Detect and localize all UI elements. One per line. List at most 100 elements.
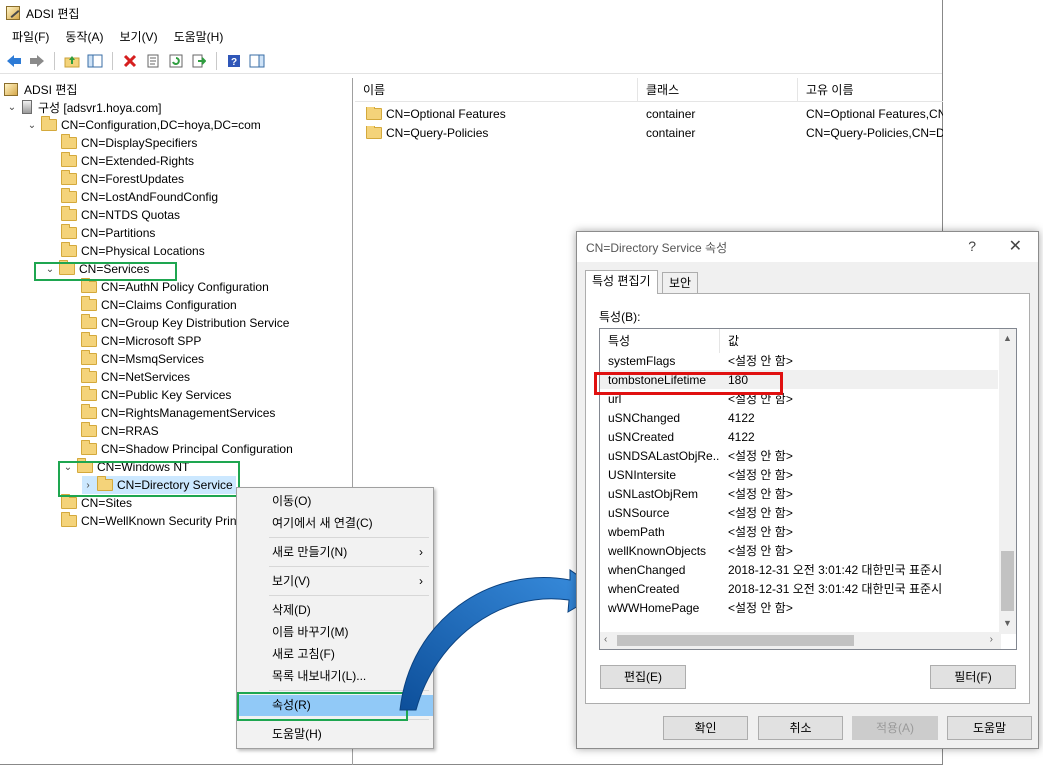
menu-help[interactable]: 도움말(H) — [166, 26, 232, 48]
toolbar: ? — [0, 48, 942, 74]
tab-security[interactable]: 보안 — [662, 272, 699, 294]
show-hide-tree-icon[interactable] — [85, 51, 105, 71]
highlight-box-directory-service — [58, 461, 240, 497]
grid-row[interactable]: uSNLastObjRem <설정 안 함> — [600, 484, 998, 503]
expand-chevron-icon[interactable]: ⌄ — [6, 102, 18, 113]
tree-node[interactable]: CN=Microsoft SPP — [78, 332, 201, 350]
tab-attribute-editor[interactable]: 특성 편집기 — [585, 270, 658, 294]
grid-row[interactable]: systemFlags <설정 안 함> — [600, 351, 998, 370]
scroll-thumb-horizontal[interactable] — [617, 635, 854, 646]
cancel-button[interactable]: 취소 — [758, 716, 843, 740]
menu-action[interactable]: 동작(A) — [57, 26, 111, 48]
window-title: ADSI 편집 — [26, 6, 80, 21]
tree-node[interactable]: CN=Extended-Rights — [58, 152, 194, 170]
folder-icon — [41, 116, 57, 131]
up-folder-icon[interactable] — [62, 51, 82, 71]
grid-row[interactable]: uSNSource <설정 안 함> — [600, 503, 998, 522]
tree-node[interactable]: CN=RRAS — [78, 422, 159, 440]
scroll-up-icon[interactable]: ▲ — [1003, 333, 1012, 343]
tree-node[interactable]: CN=MsmqServices — [78, 350, 204, 368]
tree-root[interactable]: ADSI 편집 — [4, 80, 77, 98]
grid-row[interactable]: whenChanged 2018-12-31 오전 3:01:42 대한민국 표준… — [600, 560, 998, 579]
grid-row[interactable]: uSNChanged 4122 — [600, 408, 998, 427]
tree-node-label: CN=Group Key Distribution Service — [101, 316, 290, 330]
edit-button[interactable]: 편집(E) — [600, 665, 686, 689]
dialog-help-button[interactable]: 도움말 — [947, 716, 1032, 740]
tree-node[interactable]: CN=NetServices — [78, 368, 190, 386]
column-header-dn[interactable]: 고유 이름 — [798, 78, 943, 102]
grid-cell-name: wbemPath — [608, 524, 665, 539]
export-list-icon[interactable] — [189, 51, 209, 71]
menu-bar: 파일(F) 동작(A) 보기(V) 도움말(H) — [0, 26, 942, 48]
menu-file[interactable]: 파일(F) — [4, 26, 57, 48]
filter-button[interactable]: 필터(F) — [930, 665, 1016, 689]
grid-row[interactable]: wbemPath <설정 안 함> — [600, 522, 998, 541]
svg-text:?: ? — [231, 57, 237, 68]
tree-node[interactable]: CN=LostAndFoundConfig — [58, 188, 218, 206]
ok-button[interactable]: 확인 — [663, 716, 748, 740]
grid-cell-value: <설정 안 함> — [728, 354, 793, 368]
grid-row[interactable]: wellKnownObjects <설정 안 함> — [600, 541, 998, 560]
tree-node[interactable]: CN=Shadow Principal Configuration — [78, 440, 293, 458]
delete-icon[interactable] — [120, 51, 140, 71]
list-row[interactable]: CN=Query-Policies container CN=Query-Pol… — [355, 123, 943, 142]
tree-node[interactable]: CN=Partitions — [58, 224, 155, 242]
title-bar: ADSI 편집 — [0, 0, 942, 26]
forward-arrow-icon[interactable] — [27, 51, 47, 71]
tree-node[interactable]: CN=RightsManagementServices — [78, 404, 275, 422]
tree-node-label: CN=Public Key Services — [101, 388, 232, 402]
tree-config[interactable]: ⌄ CN=Configuration,DC=hoya,DC=com — [26, 116, 261, 134]
scroll-thumb[interactable] — [1001, 551, 1014, 611]
tree-config-label: CN=Configuration,DC=hoya,DC=com — [61, 118, 261, 132]
tree-node-label: CN=MsmqServices — [101, 352, 205, 366]
tree-server[interactable]: ⌄ 구성 [adsvr1.hoya.com] — [6, 98, 161, 116]
grid-cell-name: systemFlags — [608, 353, 676, 368]
tree-server-label: 구성 [adsvr1.hoya.com] — [38, 100, 162, 115]
tree-node-label: CN=Partitions — [81, 226, 156, 240]
grid-header-value[interactable]: 값 — [720, 329, 1001, 353]
tree-node[interactable]: CN=ForestUpdates — [58, 170, 184, 188]
grid-row[interactable]: wWWHomePage <설정 안 함> — [600, 598, 998, 617]
properties-icon[interactable] — [143, 51, 163, 71]
dialog-title: CN=Directory Service 속성 — [586, 240, 728, 255]
menu-item-move[interactable]: 이동(O) — [237, 491, 433, 512]
help-icon[interactable]: ? — [224, 51, 244, 71]
grid-row[interactable]: whenCreated 2018-12-31 오전 3:01:42 대한민국 표준… — [600, 579, 998, 598]
tree-node-label: CN=Shadow Principal Configuration — [101, 442, 293, 456]
scroll-right-icon[interactable]: › — [990, 634, 993, 645]
apply-button[interactable]: 적용(A) — [852, 716, 938, 740]
scroll-left-icon[interactable]: ‹ — [604, 634, 607, 645]
menu-item-connect-here[interactable]: 여기에서 새 연결(C) — [237, 513, 433, 534]
refresh-icon[interactable] — [166, 51, 186, 71]
expand-chevron-icon[interactable]: ⌄ — [26, 120, 38, 131]
close-icon[interactable]: ✕ — [1009, 236, 1022, 256]
scroll-down-icon[interactable]: ▼ — [1003, 618, 1012, 628]
menu-separator — [269, 537, 429, 538]
folder-icon — [81, 278, 97, 293]
folder-icon — [61, 134, 77, 149]
grid-row[interactable]: USNIntersite <설정 안 함> — [600, 465, 998, 484]
menu-item-help[interactable]: 도움말(H) — [237, 724, 433, 745]
grid-cell-value: <설정 안 함> — [728, 601, 793, 615]
vertical-scrollbar[interactable]: ▲ ▼ — [999, 329, 1016, 634]
back-arrow-icon[interactable] — [4, 51, 24, 71]
list-row[interactable]: CN=Optional Features container CN=Option… — [355, 104, 943, 123]
tree-node[interactable]: CN=Group Key Distribution Service — [78, 314, 289, 332]
tree-node[interactable]: CN=Public Key Services — [78, 386, 231, 404]
tree-node[interactable]: CN=Physical Locations — [58, 242, 205, 260]
column-header-class[interactable]: 클래스 — [638, 78, 798, 102]
folder-icon — [366, 125, 382, 139]
horizontal-scrollbar[interactable]: ‹ › — [600, 632, 1001, 649]
action-pane-icon[interactable] — [247, 51, 267, 71]
menu-view[interactable]: 보기(V) — [111, 26, 165, 48]
help-question-icon[interactable]: ? — [968, 238, 976, 254]
grid-header-attribute[interactable]: 특성 — [600, 329, 720, 353]
column-header-name[interactable]: 이름 — [355, 78, 638, 102]
grid-cell-name: USNIntersite — [608, 467, 677, 482]
grid-row[interactable]: uSNDSALastObjRe... <설정 안 함> — [600, 446, 998, 465]
tree-node[interactable]: CN=DisplaySpecifiers — [58, 134, 197, 152]
tree-node[interactable]: CN=NTDS Quotas — [58, 206, 180, 224]
grid-row[interactable]: uSNCreated 4122 — [600, 427, 998, 446]
tree-node[interactable]: CN=Claims Configuration — [78, 296, 237, 314]
folder-icon — [81, 368, 97, 383]
